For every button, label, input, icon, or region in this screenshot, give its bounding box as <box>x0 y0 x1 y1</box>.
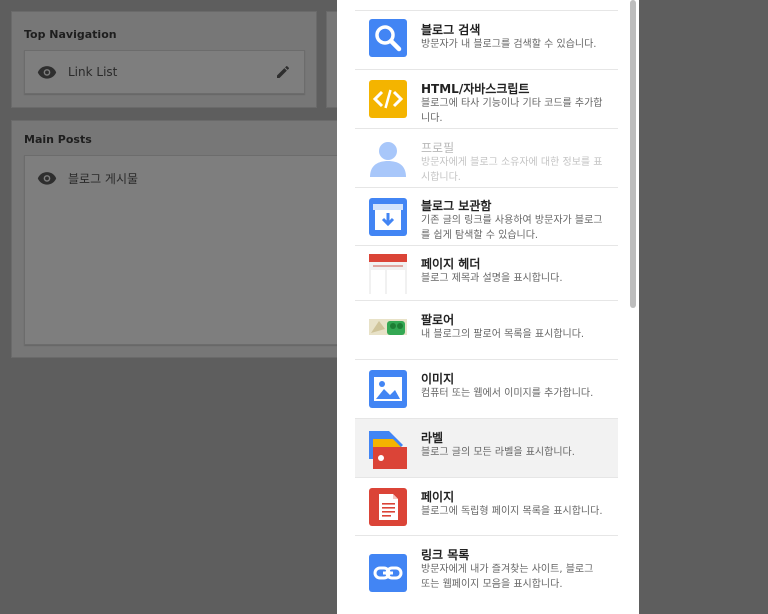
section-title-top-navigation: Top Navigation <box>24 28 117 41</box>
gadget-item-blog-search[interactable]: 블로그 검색 방문자가 내 블로그를 검색할 수 있습니다. <box>355 11 618 70</box>
gadget-item-label[interactable]: 라벨 블로그 글의 모든 라벨을 표시합니다. <box>355 419 618 478</box>
gadget-item-html-javascript[interactable]: HTML/자바스크립트 블로그에 타사 기능이나 기타 코드를 추가합니다. <box>355 70 618 129</box>
image-icon <box>369 370 407 408</box>
partial-icon <box>369 0 407 6</box>
widget-label-blog-posts: 블로그 게시물 <box>68 172 139 186</box>
page-header-icon <box>369 254 407 294</box>
widget-blog-posts[interactable]: 블로그 게시물 <box>24 155 354 345</box>
gadget-title: 페이지 <box>421 490 455 504</box>
label-icon <box>369 429 407 469</box>
code-icon <box>369 80 407 118</box>
gadget-description: 블로그 글의 모든 라벨을 표시합니다. <box>421 447 575 458</box>
link-icon <box>369 554 407 592</box>
gadget-title: HTML/자바스크립트 <box>421 82 530 96</box>
pages-icon <box>369 488 407 526</box>
followers-icon <box>369 313 407 341</box>
edit-pencil-icon[interactable] <box>275 64 291 80</box>
gadget-item-partial[interactable] <box>355 0 618 11</box>
widget-label-link-list: Link List <box>68 65 118 79</box>
gadget-title: 블로그 보관함 <box>421 199 492 213</box>
archive-icon <box>369 198 407 236</box>
gadget-description: 컴퓨터 또는 웹에서 이미지를 추가합니다. <box>421 388 594 399</box>
search-icon <box>369 19 407 57</box>
gadget-description: 방문자가 내 블로그를 검색할 수 있습니다. <box>421 39 597 50</box>
gadget-item-link-list[interactable]: 링크 목록 방문자에게 내가 즐겨찾는 사이트, 블로그 또는 웹페이지 모음을… <box>355 536 618 614</box>
gadget-description: 블로그에 독립형 페이지 목록을 표시합니다. <box>421 506 603 517</box>
gadget-description: 방문자에게 내가 즐겨찾는 사이트, 블로그 또는 웹페이지 모음을 표시합니다… <box>421 564 594 590</box>
gadget-item-pages[interactable]: 페이지 블로그에 독립형 페이지 목록을 표시합니다. <box>355 478 618 536</box>
gadget-description: 블로그에 타사 기능이나 기타 코드를 추가합니다. <box>421 98 603 124</box>
gadget-item-followers[interactable]: 팔로어 내 블로그의 팔로어 목록을 표시합니다. <box>355 301 618 360</box>
section-title-main-posts: Main Posts <box>24 133 92 146</box>
gadget-title: 링크 목록 <box>421 548 470 562</box>
gadget-description: 내 블로그의 팔로어 목록을 표시합니다. <box>421 329 585 340</box>
gadget-title: 페이지 헤더 <box>421 257 481 271</box>
widget-link-list[interactable]: Link List <box>24 50 305 94</box>
eye-icon[interactable] <box>37 171 57 185</box>
eye-icon[interactable] <box>37 65 57 79</box>
gadget-description: 방문자에게 블로그 소유자에 대한 정보를 표시합니다. <box>421 157 603 183</box>
dialog-scrollbar-thumb[interactable] <box>630 0 636 308</box>
gadget-title: 이미지 <box>421 372 455 386</box>
profile-icon <box>369 139 407 177</box>
gadget-title: 라벨 <box>421 431 444 445</box>
gadget-item-page-header[interactable]: 페이지 헤더 블로그 제목과 설명을 표시합니다. <box>355 246 618 301</box>
gadget-item-blog-archive[interactable]: 블로그 보관함 기존 글의 링크를 사용하여 방문자가 블로그를 쉽게 탐색할 … <box>355 188 618 246</box>
gadget-title: 팔로어 <box>421 313 455 327</box>
gadget-item-profile: 프로필 방문자에게 블로그 소유자에 대한 정보를 표시합니다. <box>355 129 618 188</box>
gadget-description: 블로그 제목과 설명을 표시합니다. <box>421 273 563 284</box>
gadget-title: 프로필 <box>421 141 455 155</box>
gadget-item-image[interactable]: 이미지 컴퓨터 또는 웹에서 이미지를 추가합니다. <box>355 360 618 419</box>
gadget-title: 블로그 검색 <box>421 23 481 37</box>
gadget-description: 기존 글의 링크를 사용하여 방문자가 블로그를 쉽게 탐색할 수 있습니다. <box>421 215 603 241</box>
